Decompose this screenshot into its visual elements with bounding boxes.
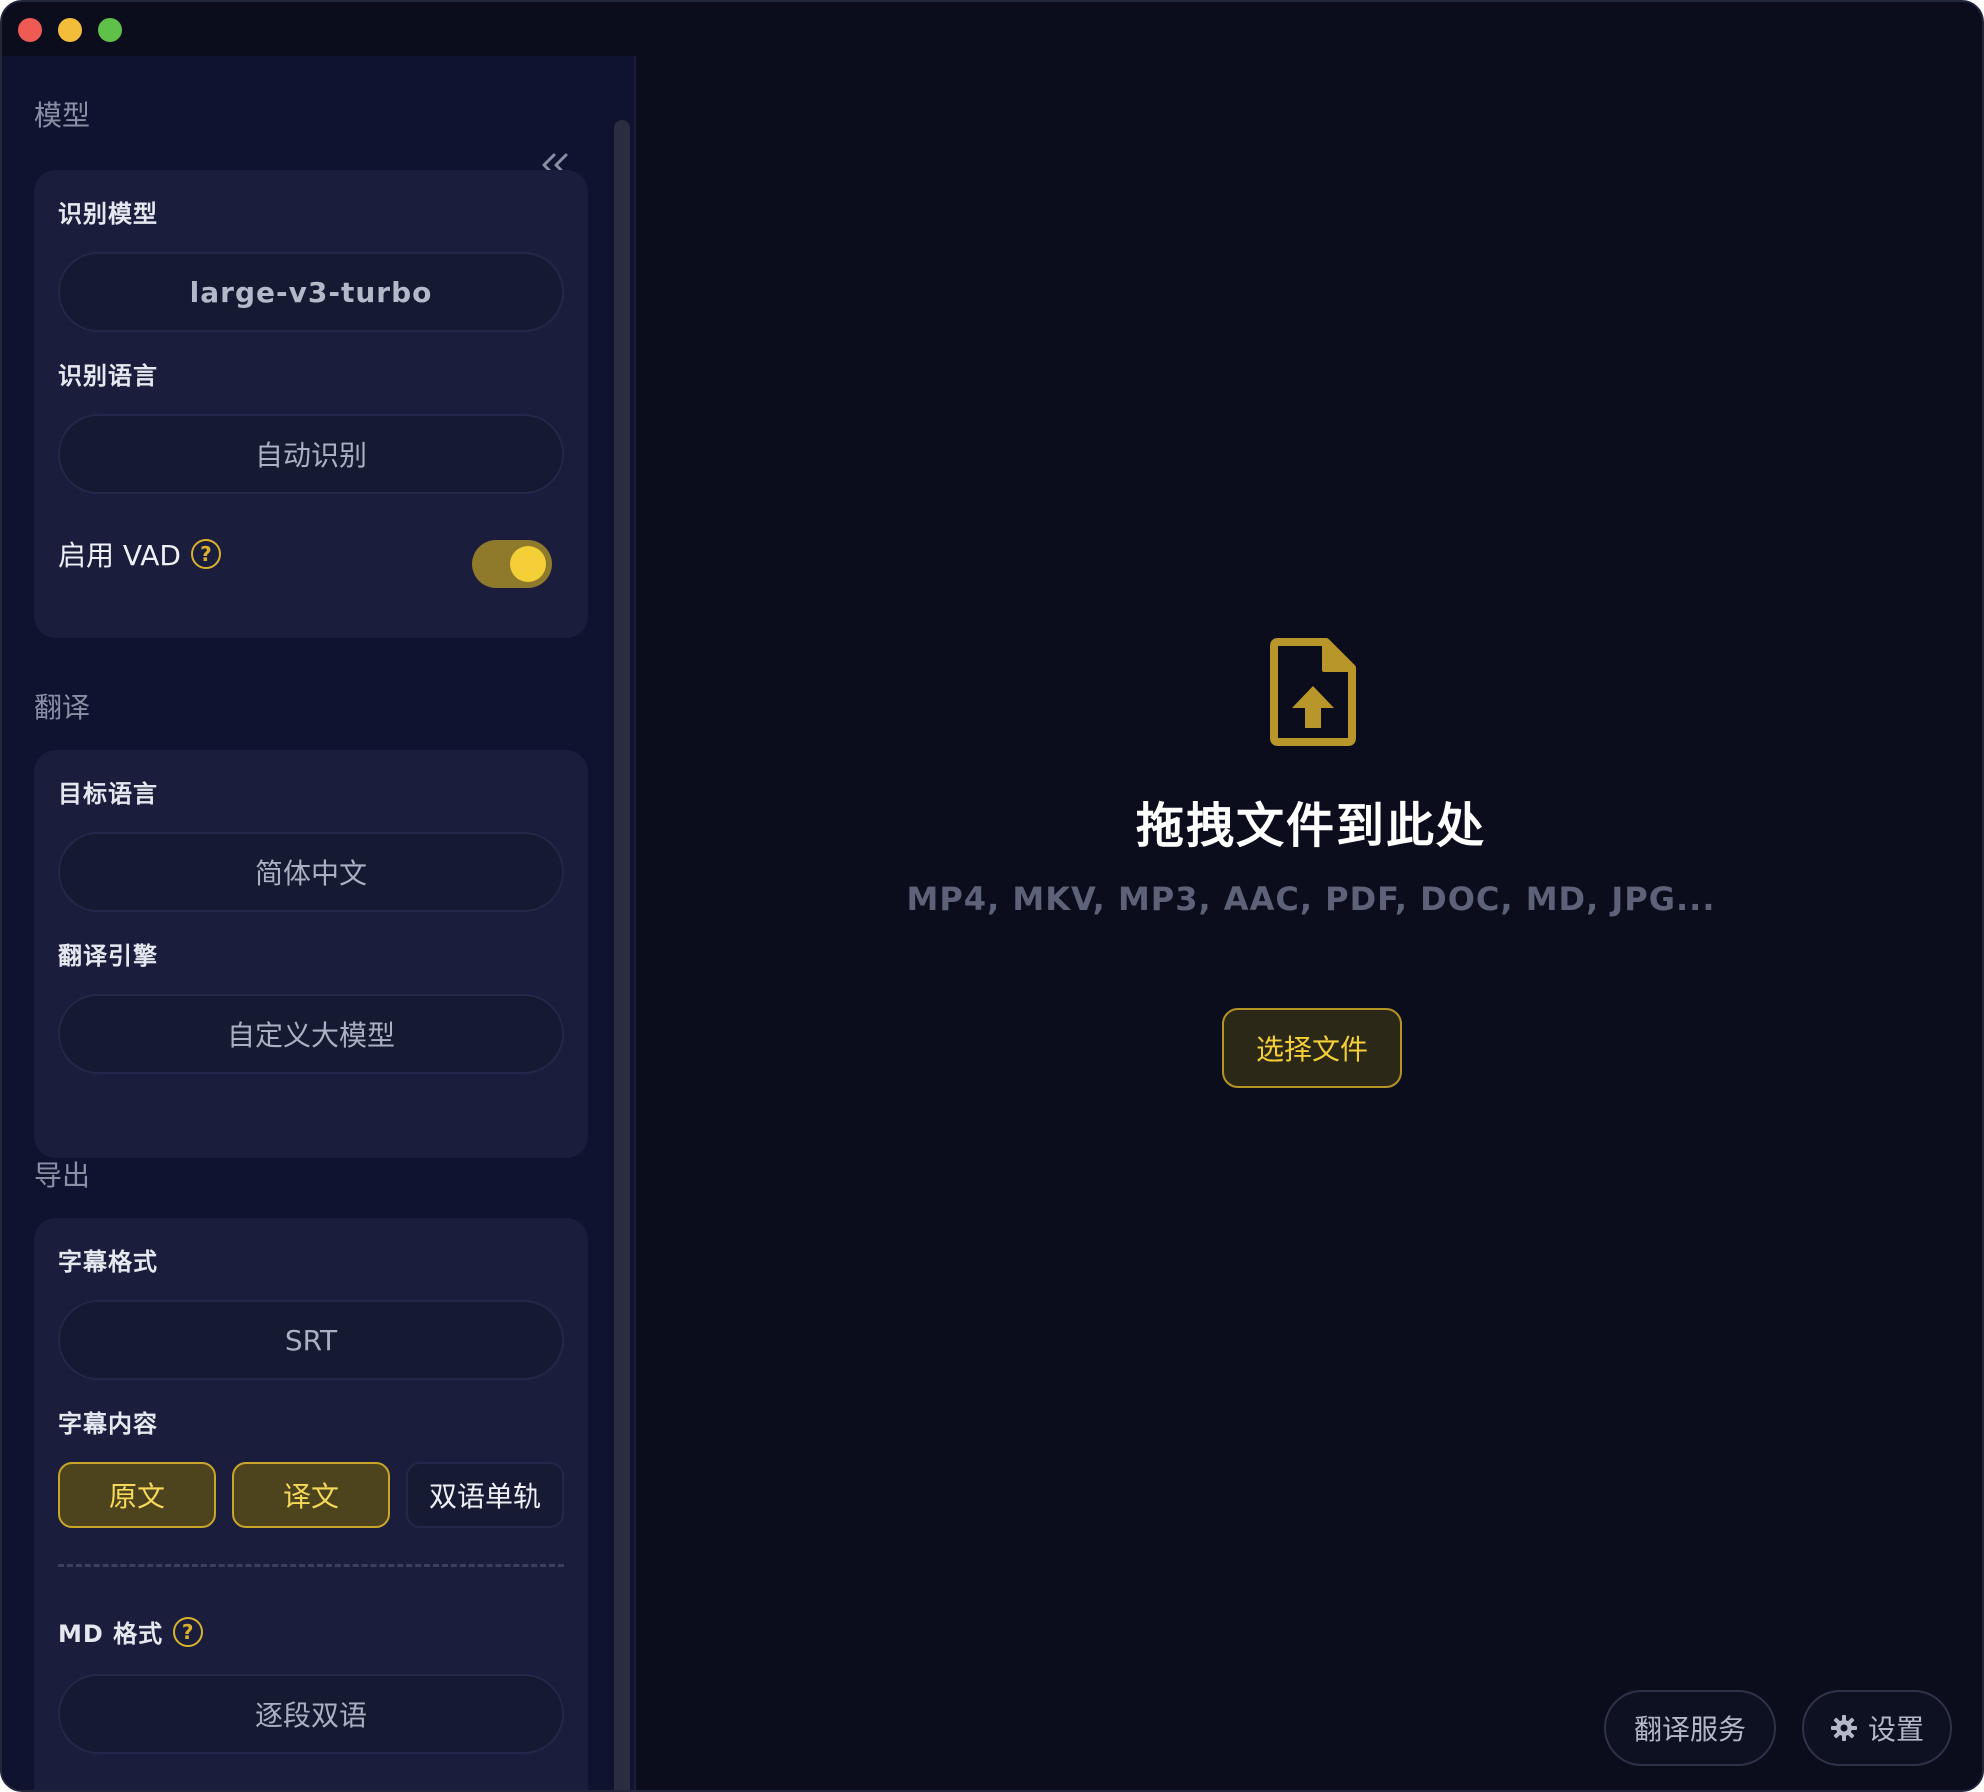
close-window-button[interactable] [18, 18, 42, 42]
translation-card: 目标语言 简体中文 翻译引擎 自定义大模型 [34, 750, 588, 1158]
translation-engine-select[interactable]: 自定义大模型 [58, 994, 564, 1074]
target-language-select[interactable]: 简体中文 [58, 832, 564, 912]
recognition-model-label: 识别模型 [58, 200, 158, 228]
drop-zone[interactable]: 拖拽文件到此处 MP4, MKV, MP3, AAC, PDF, DOC, MD… [638, 56, 1982, 1790]
content-option-translation[interactable]: 译文 [232, 1462, 390, 1528]
model-section-title: 模型 [34, 99, 91, 132]
settings-button[interactable]: 设置 [1802, 1690, 1952, 1766]
minimize-window-button[interactable] [58, 18, 82, 42]
target-language-label: 目标语言 [58, 780, 158, 808]
export-card: 字幕格式 SRT 字幕内容 原文 译文 双语单轨 MD 格式 ? 逐段双语 [34, 1218, 588, 1790]
vad-label: 启用 VAD [58, 539, 181, 572]
md-format-label: MD 格式 [58, 1620, 164, 1648]
md-format-row: MD 格式 ? [58, 1614, 204, 1649]
content-option-bilingual[interactable]: 双语单轨 [406, 1462, 564, 1528]
translation-service-label: 翻译服务 [1633, 1713, 1746, 1746]
gear-icon [1830, 1715, 1857, 1741]
settings-label: 设置 [1867, 1713, 1924, 1746]
file-upload-icon [1270, 638, 1356, 746]
subtitle-format-label: 字幕格式 [58, 1248, 158, 1276]
app-window: 模型 识别模型 large-v3-turbo 识别语言 自动识别 启用 VAD … [0, 0, 1984, 1792]
drop-title: 拖拽文件到此处 [1135, 798, 1486, 854]
choose-file-button[interactable]: 选择文件 [1222, 1008, 1402, 1088]
divider [58, 1564, 564, 1567]
subtitle-content-label: 字幕内容 [58, 1410, 158, 1438]
question-circle-icon[interactable]: ? [190, 539, 221, 569]
export-section-title: 导出 [34, 1159, 91, 1192]
window-controls [18, 18, 122, 42]
md-format-select[interactable]: 逐段双语 [58, 1674, 564, 1754]
content-option-original[interactable]: 原文 [58, 1462, 216, 1528]
recognition-model-select[interactable]: large-v3-turbo [58, 252, 564, 332]
supported-formats: MP4, MKV, MP3, AAC, PDF, DOC, MD, JPG... [906, 880, 1716, 918]
vad-row: 启用 VAD ? [58, 534, 221, 574]
recognition-language-select[interactable]: 自动识别 [58, 414, 564, 494]
vad-toggle[interactable] [472, 540, 552, 588]
translation-engine-label: 翻译引擎 [58, 942, 158, 970]
subtitle-content-options: 原文 译文 双语单轨 [58, 1462, 564, 1528]
question-circle-icon[interactable]: ? [173, 1616, 204, 1647]
maximize-window-button[interactable] [98, 18, 122, 42]
translation-section-title: 翻译 [34, 691, 91, 724]
translation-service-button[interactable]: 翻译服务 [1604, 1690, 1776, 1766]
subtitle-format-select[interactable]: SRT [58, 1300, 564, 1380]
recognition-language-label: 识别语言 [58, 362, 158, 390]
toggle-knob [510, 546, 546, 582]
sidebar-scrollbar[interactable] [614, 120, 630, 1790]
model-card: 识别模型 large-v3-turbo 识别语言 自动识别 启用 VAD ? [34, 170, 588, 638]
settings-sidebar: 模型 识别模型 large-v3-turbo 识别语言 自动识别 启用 VAD … [2, 56, 636, 1790]
